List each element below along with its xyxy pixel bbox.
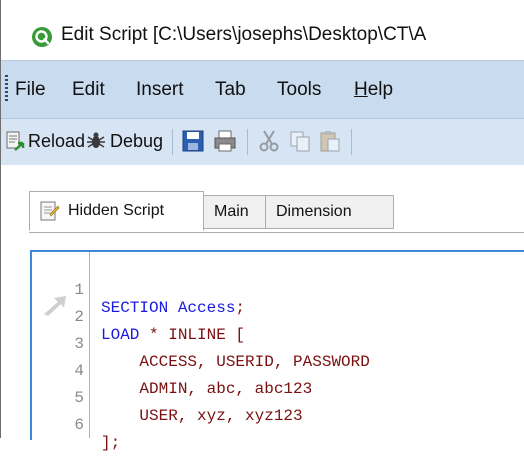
code-line[interactable]: 3 ACCESS, USERID, PASSWORD	[32, 317, 522, 371]
title-bar: Edit Script [C:\Users\josephs\Desktop\CT…	[1, 0, 524, 58]
reload-button[interactable]: Reload	[5, 128, 85, 154]
reload-icon	[6, 131, 25, 151]
debug-icon	[87, 132, 105, 148]
code-line[interactable]: 5 USER, xyz, xyz123	[32, 371, 522, 425]
menu-bar: File Edit Insert Tab Tools Help	[1, 60, 524, 119]
toolbar-separator	[351, 129, 352, 155]
code-line[interactable]: 2 LOAD * INLINE [	[32, 290, 522, 344]
tab-dimension-label: Dimension	[276, 203, 352, 220]
script-page-icon	[40, 201, 60, 221]
tab-main[interactable]: Main	[203, 195, 266, 229]
code-rest: ];	[101, 434, 121, 452]
window-title: Edit Script [C:\Users\josephs\Desktop\CT…	[61, 24, 427, 45]
cut-icon[interactable]	[257, 129, 281, 153]
menu-help-rest: elp	[367, 79, 394, 100]
code-line[interactable]: 4 ADMIN, abc, abc123	[32, 344, 522, 398]
save-icon[interactable]	[181, 129, 205, 153]
reload-label: Reload	[28, 130, 86, 151]
menu-help[interactable]: Help	[354, 79, 393, 101]
menu-tab[interactable]: Tab	[215, 79, 246, 101]
tab-hidden-script-label: Hidden Script	[68, 202, 165, 219]
toolbar-separator	[172, 129, 173, 155]
debug-label: Debug	[110, 130, 164, 151]
code-line[interactable]: 6 ];	[32, 398, 522, 452]
toolbar: Reload Debug	[1, 118, 524, 166]
debug-button[interactable]: Debug	[85, 128, 163, 154]
toolbar-separator	[247, 129, 248, 155]
code-text: ];	[101, 434, 120, 452]
menu-help-mnemonic: H	[354, 79, 368, 100]
tab-dimension[interactable]: Dimension	[265, 195, 394, 229]
paste-icon[interactable]	[318, 129, 342, 153]
tab-hidden-script[interactable]: Hidden Script	[29, 191, 204, 231]
menu-edit[interactable]: Edit	[72, 79, 105, 101]
line-number: 6	[74, 416, 84, 434]
qlikview-app-icon	[31, 26, 53, 48]
edit-script-window: Edit Script [C:\Users\josephs\Desktop\CT…	[0, 0, 524, 452]
copy-icon[interactable]	[288, 129, 312, 153]
code-line[interactable]: 1 SECTION Access;	[32, 263, 522, 317]
menu-insert[interactable]: Insert	[136, 79, 184, 101]
print-icon[interactable]	[213, 129, 237, 153]
menu-tools[interactable]: Tools	[277, 79, 321, 101]
tab-main-label: Main	[214, 203, 249, 220]
menu-file[interactable]: File	[15, 79, 46, 101]
tab-strip-border	[29, 232, 524, 233]
menu-grip-handle[interactable]	[5, 75, 8, 103]
